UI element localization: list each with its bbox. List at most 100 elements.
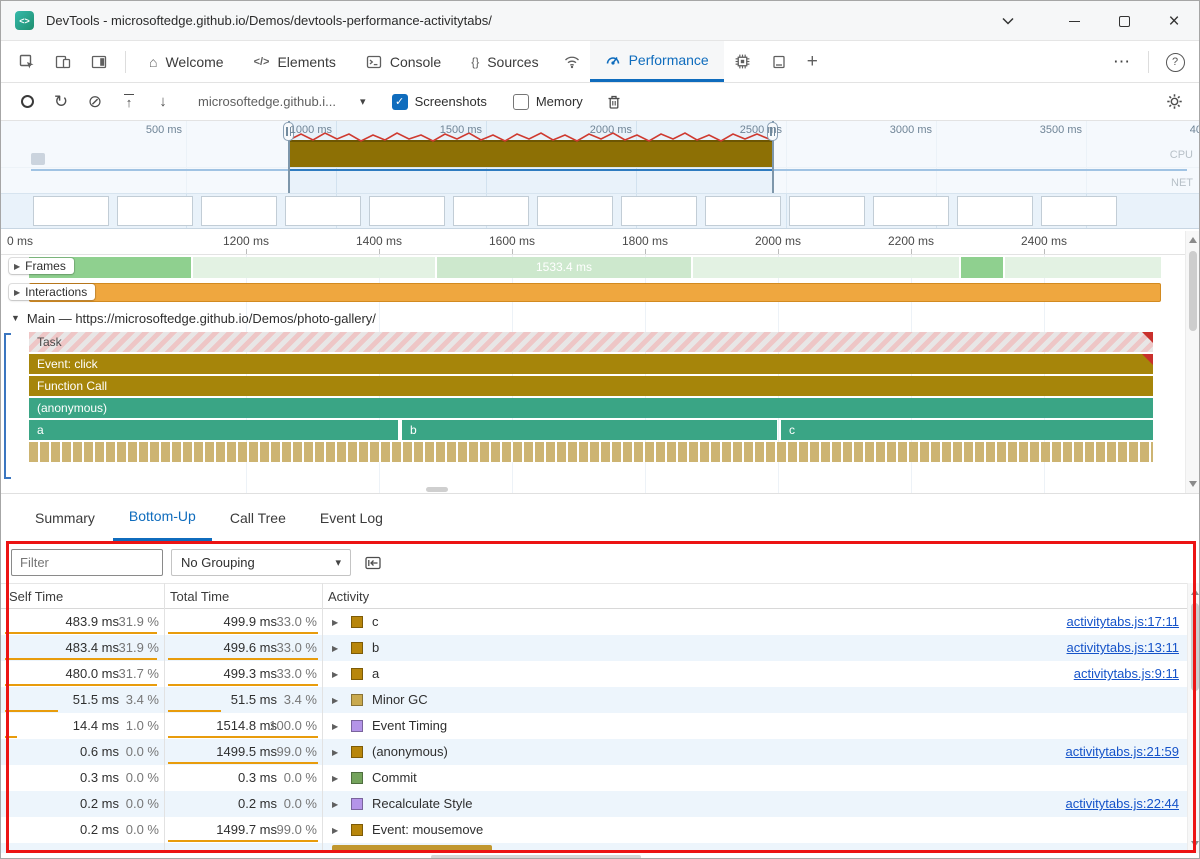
screenshot-thumbnail[interactable]	[957, 196, 1033, 226]
reload-and-record-button[interactable]: ↻	[44, 87, 78, 117]
interactions-track-toggle[interactable]: ▶ Interactions	[9, 284, 96, 300]
source-link[interactable]: activitytabs.js:22:44	[1066, 791, 1179, 817]
flame-bar-function-call[interactable]: Function Call	[29, 376, 1153, 396]
flame-bar-event-click[interactable]: Event: click	[29, 354, 1153, 374]
source-link[interactable]: activitytabs.js:9:11	[1074, 661, 1179, 687]
tab-sources[interactable]: {} Sources	[456, 41, 553, 82]
tab-memory[interactable]	[724, 41, 761, 82]
scroll-thumb[interactable]	[1191, 603, 1199, 691]
bottom-horizontal-scroll-thumb[interactable]	[431, 855, 641, 858]
flame-chart[interactable]: 1533.4 ms ▶ Frames ▶ Interactions ▼ Main…	[1, 255, 1187, 493]
tab-event-log[interactable]: Event Log	[304, 494, 399, 541]
expand-icon[interactable]: ▶	[332, 688, 338, 714]
flame-bar-task[interactable]: Task	[29, 332, 1153, 352]
timeline-overview[interactable]: CPU NET 500 ms1000 ms1500 ms2000 ms2500 …	[1, 121, 1199, 229]
flame-mini-bars[interactable]	[29, 442, 1153, 462]
more-options-button[interactable]: ⋯	[1104, 52, 1140, 72]
table-row[interactable]: 14.4 ms 1.0 % 1514.8 ms 100.0 % ▶ Event Timin…	[1, 713, 1187, 739]
scroll-up-icon[interactable]	[1191, 589, 1199, 595]
screenshot-thumbnail[interactable]	[621, 196, 697, 226]
flame-bar-c[interactable]: c	[781, 420, 1153, 440]
tab-application[interactable]	[761, 41, 797, 82]
column-header-activity[interactable]: Activity	[328, 584, 369, 609]
table-row[interactable]: 0.3 ms 0.0 % 0.3 ms 0.0 % ▶ Commit	[1, 765, 1187, 791]
flame-bar-a[interactable]: a	[29, 420, 398, 440]
expand-icon[interactable]: ▶	[332, 662, 338, 688]
expand-icon[interactable]: ▶	[332, 714, 338, 740]
frame-segment[interactable]	[193, 257, 435, 278]
tab-console[interactable]: Console	[351, 41, 456, 82]
save-profile-button[interactable]: ↑	[112, 87, 146, 117]
screenshot-thumbnail[interactable]	[117, 196, 193, 226]
scroll-down-icon[interactable]	[1189, 481, 1197, 487]
flame-scrollbar[interactable]	[1185, 231, 1199, 493]
minimize-button[interactable]	[1049, 1, 1099, 41]
expand-icon[interactable]: ▶	[332, 740, 338, 766]
frame-segment[interactable]	[693, 257, 959, 278]
expand-icon[interactable]: ▶	[332, 818, 338, 844]
expand-icon[interactable]: ▶	[332, 610, 338, 636]
trace-selector-dropdown[interactable]: microsoftedge.github.i... ▾	[198, 94, 366, 109]
memory-checkbox[interactable]: Memory	[512, 93, 583, 110]
frame-segment[interactable]	[1005, 257, 1161, 278]
source-link[interactable]: activitytabs.js:13:11	[1067, 635, 1179, 661]
screenshots-checkbox[interactable]: ✓ Screenshots	[391, 93, 487, 110]
main-track-toggle[interactable]: ▼ Main — https://microsoftedge.github.io…	[11, 307, 376, 329]
screenshot-thumbnail[interactable]	[285, 196, 361, 226]
interactions-band[interactable]	[29, 283, 1161, 302]
clear-recording-button[interactable]: ⊘	[78, 87, 112, 117]
scroll-up-icon[interactable]	[1189, 237, 1197, 243]
maximize-button[interactable]	[1099, 1, 1149, 41]
add-tab-button[interactable]: +	[797, 41, 828, 82]
column-header-total-time[interactable]: Total Time	[170, 584, 229, 609]
tab-call-tree[interactable]: Call Tree	[214, 494, 302, 541]
record-button[interactable]	[10, 87, 44, 117]
tab-bottom-up[interactable]: Bottom-Up	[112, 494, 212, 541]
flame-horizontal-scroll-thumb[interactable]	[426, 487, 448, 492]
source-link[interactable]: activitytabs.js:21:59	[1066, 739, 1179, 765]
filter-input[interactable]	[11, 549, 163, 576]
screenshot-thumbnail[interactable]	[369, 196, 445, 226]
table-row[interactable]: 0.2 ms 0.0 % 1499.7 ms 99.0 % ▶ Event: mousem…	[1, 817, 1187, 843]
tab-elements[interactable]: </> Elements	[239, 41, 351, 82]
tab-welcome[interactable]: ⌂ Welcome	[134, 41, 239, 82]
table-row[interactable]: 0.6 ms 0.0 % 1499.5 ms 99.0 % ▶ (anonymous) ac…	[1, 739, 1187, 765]
grouping-dropdown[interactable]: No Grouping ▾	[171, 549, 351, 576]
close-button[interactable]: ×	[1149, 1, 1199, 41]
screenshot-thumbnail[interactable]	[33, 196, 109, 226]
screenshot-thumbnail[interactable]	[537, 196, 613, 226]
window-chevron-button[interactable]	[983, 1, 1033, 41]
table-row[interactable]: 480.0 ms 31.7 % 499.3 ms 33.0 % ▶ a activityta…	[1, 661, 1187, 687]
delete-recording-button[interactable]	[597, 87, 631, 117]
flame-bar-anonymous[interactable]: (anonymous)	[29, 398, 1153, 418]
frame-segment[interactable]	[961, 257, 1003, 278]
table-row[interactable]: 483.4 ms 31.9 % 499.6 ms 33.0 % ▶ b activityta…	[1, 635, 1187, 661]
scroll-down-icon[interactable]	[1191, 841, 1199, 847]
source-link[interactable]: activitytabs.js:17:11	[1067, 609, 1179, 635]
screenshot-thumbnail[interactable]	[873, 196, 949, 226]
capture-settings-button[interactable]	[1157, 87, 1191, 117]
tab-summary[interactable]: Summary	[19, 494, 111, 541]
load-profile-button[interactable]: ↓	[146, 87, 180, 117]
screenshot-thumbnail[interactable]	[789, 196, 865, 226]
help-button[interactable]: ?	[1157, 52, 1193, 72]
screenshot-thumbnail[interactable]	[201, 196, 277, 226]
expand-icon[interactable]: ▶	[332, 766, 338, 792]
expand-icon[interactable]: ▶	[332, 792, 338, 818]
screenshot-thumbnail[interactable]	[453, 196, 529, 226]
flame-bar-b[interactable]: b	[402, 420, 777, 440]
tab-performance[interactable]: Performance	[589, 41, 724, 82]
screenshot-thumbnail[interactable]	[705, 196, 781, 226]
focus-mode-button[interactable]	[81, 41, 117, 82]
table-row[interactable]: 51.5 ms 3.4 % 51.5 ms 3.4 % ▶ Minor GC	[1, 687, 1187, 713]
expand-icon[interactable]: ▶	[332, 636, 338, 662]
show-heaviest-stack-button[interactable]	[361, 551, 385, 575]
table-row-partial[interactable]	[1, 843, 1187, 853]
grid-scrollbar[interactable]	[1187, 583, 1199, 853]
column-header-self-time[interactable]: Self Time	[9, 584, 63, 609]
device-emulation-button[interactable]	[45, 41, 81, 82]
screenshot-thumbnail[interactable]	[1041, 196, 1117, 226]
scroll-thumb[interactable]	[1189, 251, 1197, 331]
frames-track-toggle[interactable]: ▶ Frames	[9, 258, 74, 274]
tab-network-conditions[interactable]	[554, 41, 590, 82]
